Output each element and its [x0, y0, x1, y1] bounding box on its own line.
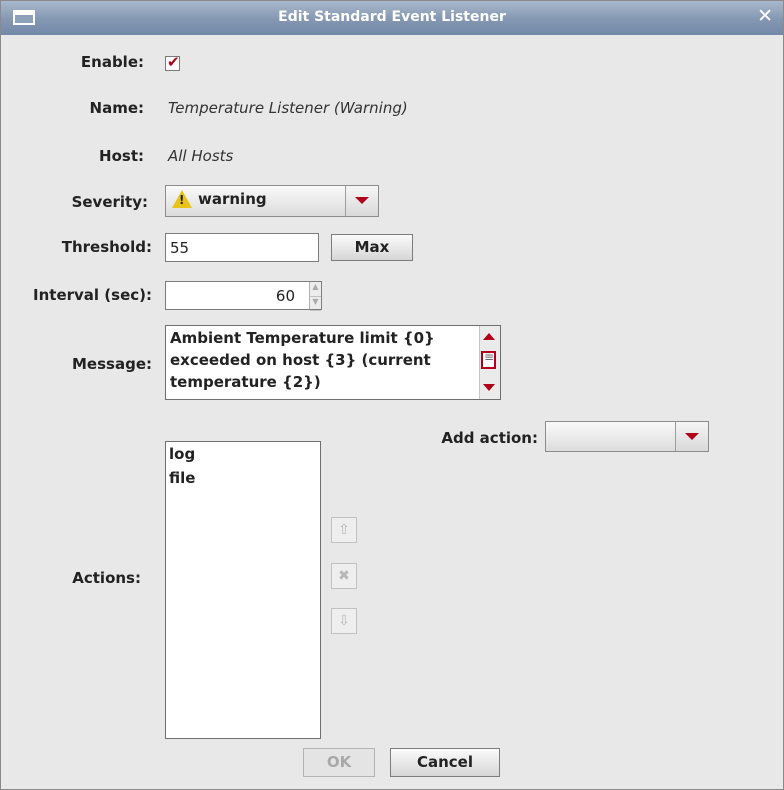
cancel-button[interactable]: Cancel [390, 748, 500, 777]
actions-list[interactable]: log file [165, 441, 321, 739]
edit-listener-dialog: Edit Standard Event Listener ✕ Enable: ✔… [0, 0, 784, 790]
severity-combo[interactable]: ! warning [165, 185, 379, 217]
add-action-label: Add action: [441, 429, 538, 447]
interval-value: 60 [275, 287, 295, 305]
title-bar: Edit Standard Event Listener ✕ [1, 1, 783, 35]
threshold-input[interactable]: 55 [165, 233, 319, 262]
threshold-label: Threshold: [61, 238, 152, 256]
list-item[interactable]: log [166, 442, 320, 466]
interval-label: Interval (sec): [33, 286, 152, 304]
spinner-down-icon[interactable]: ▼ [310, 297, 321, 311]
scroll-up-icon[interactable] [483, 333, 495, 340]
message-line: Ambient Temperature limit {0} [170, 329, 435, 347]
actions-label: Actions: [72, 569, 141, 587]
move-up-icon[interactable]: ⇧ [331, 517, 357, 543]
close-icon[interactable]: ✕ [757, 5, 773, 27]
move-down-icon[interactable]: ⇩ [331, 608, 357, 634]
message-line: temperature {2}) [170, 373, 321, 391]
add-action-combo[interactable] [545, 421, 709, 452]
message-text: Ambient Temperature limit {0} exceeded o… [170, 327, 470, 393]
warning-icon: ! [172, 190, 192, 208]
chevron-down-icon[interactable] [345, 186, 378, 216]
chevron-down-icon[interactable] [675, 422, 708, 451]
spinner-buttons[interactable]: ▲ ▼ [309, 282, 321, 311]
enable-label: Enable: [80, 53, 144, 71]
name-value: Temperature Listener (Warning) [168, 99, 408, 117]
severity-label: Severity: [71, 193, 148, 211]
interval-spinner[interactable]: 60 ▲ ▼ [165, 281, 322, 311]
ok-button[interactable]: OK [303, 748, 375, 777]
checkmark-icon: ✔ [167, 53, 180, 71]
remove-icon[interactable]: ✖ [331, 563, 357, 589]
message-label: Message: [72, 355, 152, 373]
message-scrollbar[interactable] [479, 326, 500, 399]
max-button[interactable]: Max [331, 234, 413, 261]
threshold-value: 55 [170, 239, 190, 257]
scroll-thumb[interactable] [481, 350, 496, 369]
message-line: exceeded on host {3} (current [170, 351, 431, 369]
host-value: All Hosts [168, 147, 234, 165]
window-title: Edit Standard Event Listener [278, 9, 506, 25]
enable-checkbox[interactable]: ✔ [165, 53, 180, 71]
message-textarea[interactable]: Ambient Temperature limit {0} exceeded o… [165, 325, 501, 400]
severity-value: warning [198, 190, 267, 208]
list-item[interactable]: file [166, 466, 320, 490]
host-label: Host: [99, 147, 144, 165]
scroll-down-icon[interactable] [483, 384, 495, 391]
name-label: Name: [89, 99, 144, 117]
spinner-up-icon[interactable]: ▲ [310, 282, 321, 297]
